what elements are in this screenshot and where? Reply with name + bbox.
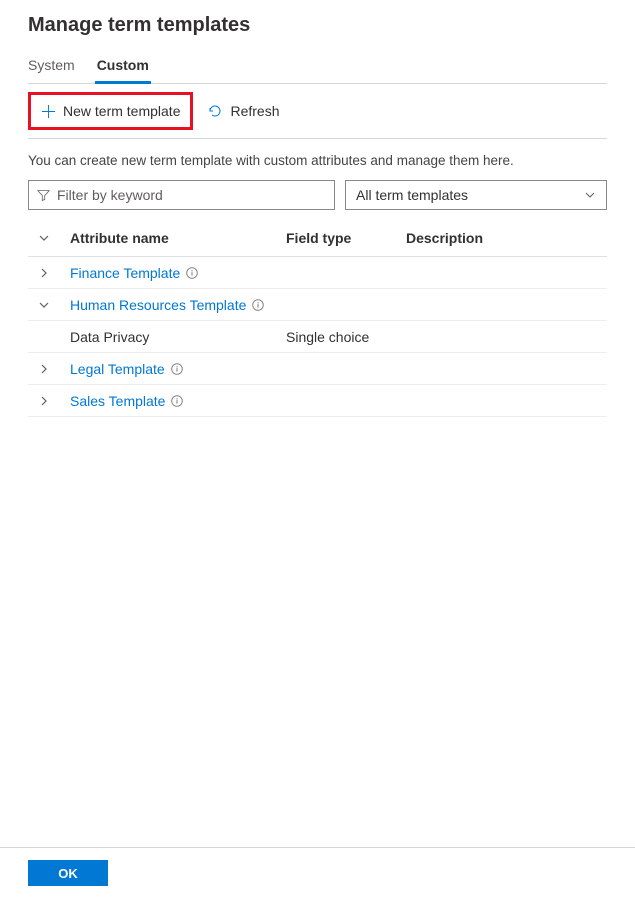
template-name-text: Sales Template — [70, 393, 165, 409]
template-link[interactable]: Legal Template — [70, 361, 183, 377]
template-name-text: Finance Template — [70, 265, 180, 281]
table-row[interactable]: Sales Template — [28, 385, 607, 417]
filter-input-wrapper[interactable] — [28, 180, 335, 210]
template-type-dropdown[interactable]: All term templates — [345, 180, 607, 210]
tabs: System Custom — [28, 53, 607, 84]
expand-toggle[interactable] — [28, 267, 70, 279]
tab-custom[interactable]: Custom — [97, 53, 149, 83]
template-name-text: Human Resources Template — [70, 297, 246, 313]
table-row[interactable]: Human Resources Template — [28, 289, 607, 321]
new-term-template-button[interactable]: New term template — [41, 103, 180, 119]
footer: OK — [0, 847, 635, 898]
attribute-type: Single choice — [286, 329, 406, 345]
info-icon[interactable] — [186, 267, 198, 279]
template-link[interactable]: Sales Template — [70, 393, 183, 409]
filter-input[interactable] — [57, 187, 326, 203]
page-title: Manage term templates — [28, 14, 607, 37]
info-icon[interactable] — [252, 299, 264, 311]
expand-toggle[interactable] — [28, 299, 70, 311]
table-row[interactable]: Legal Template — [28, 353, 607, 385]
attribute-name: Data Privacy — [70, 329, 286, 345]
template-name-text: Legal Template — [70, 361, 165, 377]
toolbar: New term template Refresh — [28, 84, 607, 139]
description-text: You can create new term template with cu… — [28, 153, 607, 168]
dropdown-label: All term templates — [356, 187, 468, 203]
template-link[interactable]: Human Resources Template — [70, 297, 264, 313]
expand-toggle[interactable] — [28, 395, 70, 407]
chevron-down-icon — [584, 189, 596, 201]
expand-all-toggle[interactable] — [28, 232, 70, 244]
info-icon[interactable] — [171, 395, 183, 407]
tab-system[interactable]: System — [28, 53, 75, 83]
new-term-template-label: New term template — [63, 103, 180, 119]
table-row[interactable]: Data Privacy Single choice — [28, 321, 607, 353]
column-header-name[interactable]: Attribute name — [70, 230, 286, 246]
filter-icon — [37, 189, 50, 202]
table-header: Attribute name Field type Description — [28, 220, 607, 257]
template-link[interactable]: Finance Template — [70, 265, 198, 281]
plus-icon — [41, 104, 56, 119]
refresh-icon — [207, 103, 223, 119]
column-header-type[interactable]: Field type — [286, 230, 406, 246]
highlight-annotation: New term template — [28, 92, 193, 130]
info-icon[interactable] — [171, 363, 183, 375]
table-row[interactable]: Finance Template — [28, 257, 607, 289]
expand-toggle[interactable] — [28, 363, 70, 375]
ok-button[interactable]: OK — [28, 860, 108, 886]
refresh-button[interactable]: Refresh — [203, 95, 283, 127]
filter-row: All term templates — [28, 180, 607, 210]
column-header-desc[interactable]: Description — [406, 230, 607, 246]
refresh-label: Refresh — [230, 103, 279, 119]
